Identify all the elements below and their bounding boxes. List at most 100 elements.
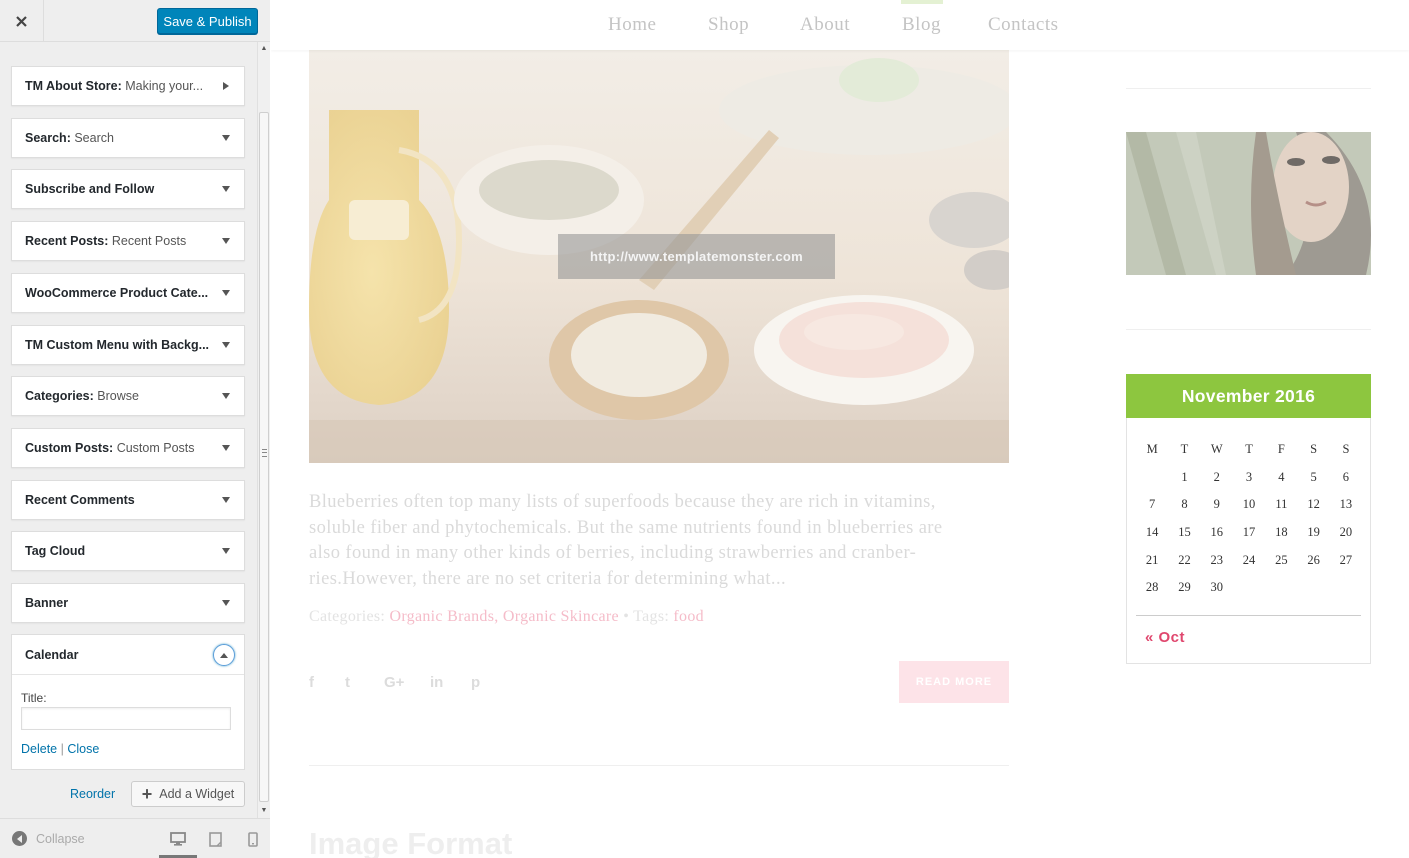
nav-item-blog[interactable]: Blog [902,14,941,36]
read-more-button[interactable]: READ MORE [899,661,1009,703]
meta-separator: • [623,608,630,625]
widget-item[interactable]: Banner [11,583,245,623]
post-featured-image[interactable]: http://www.templatemonster.com [309,50,1009,463]
weekday-label: F [1277,442,1285,457]
scroll-down-arrow-icon[interactable]: ▼ [258,804,270,816]
desktop-icon [170,832,186,846]
sidebar-scrollbar[interactable]: ▲ ▼ [257,42,270,818]
nav-item-about[interactable]: About [800,14,850,36]
delete-widget-link[interactable]: Delete [21,742,57,756]
preview-mobile-button[interactable] [243,829,263,849]
calendar-day: 21 [1145,552,1159,567]
calendar-widget-expanded: Calendar Title: Delete | Close [11,634,245,770]
excerpt-line: Blueberries often top many lists of supe… [309,492,936,512]
widget-title: Banner [25,596,68,610]
calendar-empty-cell [1297,574,1329,602]
close-customizer-button[interactable] [0,0,44,42]
widget-name: Subscribe and Follow [25,182,155,197]
pinterest-icon[interactable]: p [471,674,480,691]
nav-item-contacts[interactable]: Contacts [988,14,1059,36]
caret-down-icon[interactable] [222,341,230,348]
widget-name: Categories [25,389,90,404]
caret-down-icon[interactable] [222,496,230,503]
close-widget-link[interactable]: Close [67,742,99,756]
nav-item-shop[interactable]: Shop [708,14,749,36]
widget-item[interactable]: Custom Posts: Custom Posts [11,427,245,468]
add-widget-button[interactable]: + Add a Widget [131,781,245,807]
caret-down-icon[interactable] [222,134,230,141]
widget-title: Subscribe and Follow [25,182,154,196]
nav-item-home[interactable]: Home [608,14,656,36]
previous-month-link[interactable]: « Oct [1145,629,1185,646]
widget-name: Banner [25,596,69,610]
category-link[interactable]: Organic Skincare [503,608,619,625]
preview-desktop-button[interactable] [168,829,188,849]
title-field[interactable] [21,707,231,730]
calendar-day: 2 [1213,469,1220,484]
customizer-footer: Collapse [0,818,270,858]
calendar-grid: MTWTFSS 1 2 3 4 5 6 7 8 9 10 11 12 13 14 15 16 17 18 19 20 2… [1136,436,1362,602]
banner-image[interactable] [1126,132,1371,275]
google-plus-icon[interactable]: G+ [384,674,404,691]
facebook-icon[interactable]: f [309,674,314,691]
caret-down-icon[interactable] [222,289,230,296]
chevron-up-icon [220,652,228,658]
widget-item[interactable]: TM About Store: Making your... [11,66,245,106]
next-post-title[interactable]: Image Format [309,826,512,858]
tag-link[interactable]: food [673,608,704,625]
excerpt-line: also found in many other kinds of berrie… [309,543,917,563]
scroll-up-arrow-icon[interactable]: ▲ [258,42,270,54]
caret-down-icon[interactable] [222,393,230,400]
collapse-sidebar-button[interactable]: Collapse [12,831,85,846]
calendar-day: 14 [1145,525,1159,540]
widget-title: Tag Cloud [25,544,85,558]
widget-item[interactable]: Subscribe and Follow [11,169,245,210]
calendar-day: 17 [1242,525,1256,540]
caret-down-icon[interactable] [222,444,230,451]
calendar-day: 16 [1210,525,1223,540]
caret-down-icon[interactable] [222,548,230,555]
widget-item[interactable]: Recent Comments [11,479,245,520]
customizer-sidebar: Save & Publish TM About Store: Making yo… [0,0,270,858]
caret-down-icon[interactable] [222,600,230,606]
close-icon [16,15,27,27]
widget-title: Search: Search [25,131,114,145]
widget-item[interactable]: Recent Posts: Recent Posts [11,221,245,262]
caret-down-icon[interactable] [222,238,230,245]
calendar-week: 28 29 30 [1136,574,1362,602]
calendar-day: 27 [1339,552,1353,567]
widget-item[interactable]: TM Custom Menu with Backg... [11,324,245,365]
widget-item[interactable]: WooCommerce Product Cate... [11,272,245,313]
widget-name: Search [25,130,67,145]
excerpt-line: soluble fiber and phytochemicals. But th… [309,517,943,538]
reorder-link[interactable]: Reorder [70,787,115,801]
widget-name: Recent Comments [25,492,135,507]
widget-name: Tag Cloud [25,544,86,559]
calendar-widget-title: Calendar [25,648,79,662]
calendar-empty-cell [1265,574,1297,602]
scroll-thumb[interactable] [259,112,269,802]
widget-item[interactable]: Tag Cloud [11,531,245,572]
main-navigation: Home Shop About Blog Contacts [271,0,1409,50]
caret-right-icon[interactable] [223,82,229,90]
sidebar-divider [1126,329,1371,330]
category-link[interactable]: Organic Brands [389,608,494,625]
widget-name: TM Custom Menu with Backg... [25,337,210,352]
caret-down-icon[interactable] [222,186,230,193]
tags-label: Tags: [633,608,670,625]
calendar-day: 15 [1178,525,1191,540]
calendar-day: 30 [1210,580,1223,595]
hero-link-overlay[interactable]: http://www.templatemonster.com [558,234,835,279]
customizer-header: Save & Publish [0,0,270,42]
widget-item[interactable]: Search: Search [11,117,245,158]
linkedin-icon[interactable]: in [430,674,443,691]
widget-item[interactable]: Categories: Browse [11,376,245,417]
calendar-day: 8 [1181,497,1188,512]
widget-actions: Delete | Close [21,742,99,756]
collapse-widget-toggle[interactable] [213,644,235,666]
calendar-day: 6 [1342,469,1350,484]
save-publish-button[interactable]: Save & Publish [157,8,258,34]
twitter-icon[interactable]: t [345,674,350,691]
calendar-widget-header[interactable]: Calendar [12,635,244,675]
preview-tablet-button[interactable] [205,829,225,849]
